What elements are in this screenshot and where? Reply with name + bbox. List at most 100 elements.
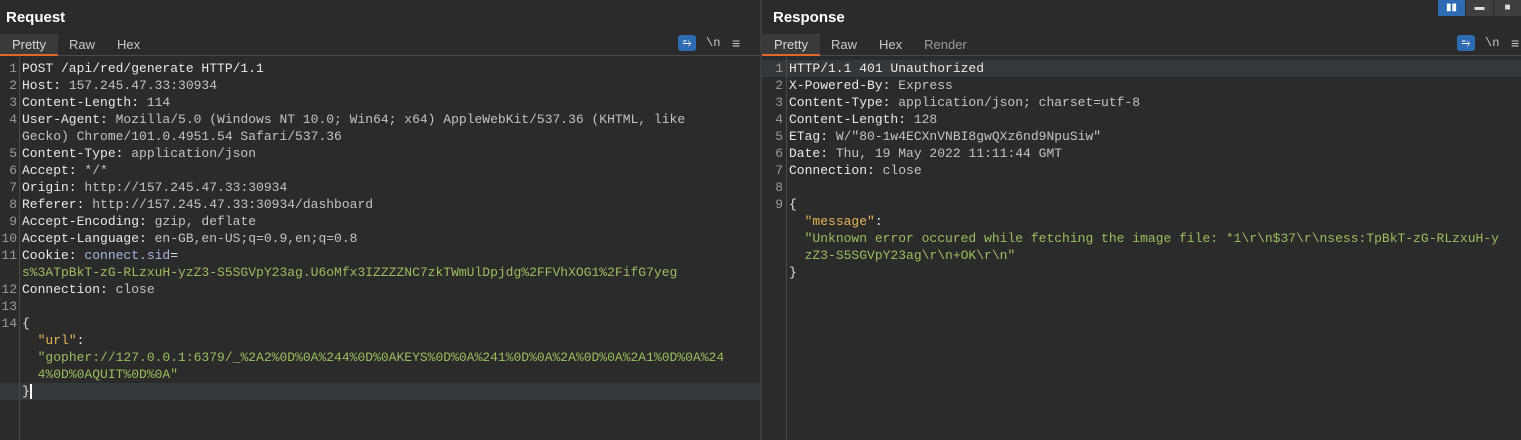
tab-hex[interactable]: Hex: [868, 34, 913, 56]
code-line: 7 Connection: close: [762, 162, 1521, 179]
punctuation: }: [789, 265, 797, 280]
header-name: Connection:: [789, 163, 883, 178]
code-line: 11 Cookie: connect.sid=: [0, 247, 760, 264]
header-name: Origin:: [22, 180, 85, 195]
code-line: 8 Referer: http://157.245.47.33:30934/das…: [0, 196, 760, 213]
code-line: "message":: [762, 213, 1521, 230]
punctuation: {: [22, 316, 30, 331]
code-line: 1 HTTP/1.1 401 Unauthorized: [762, 60, 1521, 77]
header-value: close: [882, 163, 922, 178]
code-line: s%3ATpBkT-zG-RLzxuH-yzZ3-S5SGVpY23ag.U6o…: [0, 264, 760, 281]
header-value: 128: [913, 112, 938, 127]
menu-icon[interactable]: ≡: [1511, 35, 1521, 51]
header-name: Host:: [22, 78, 69, 93]
code-line: }: [762, 264, 1521, 281]
tab-raw[interactable]: Raw: [58, 34, 106, 56]
punctuation: [789, 231, 805, 246]
line-content: HTTP/1.1 401 Unauthorized: [787, 60, 984, 77]
header-name: Cookie:: [22, 248, 85, 263]
line-content: }: [20, 383, 32, 400]
header-value: Express: [898, 78, 953, 93]
json-key: "message": [804, 214, 875, 229]
code-line: 9{: [762, 196, 1521, 213]
header-value: en-GB,en-US;q=0.9,en;q=0.8: [154, 231, 358, 246]
tab-pretty[interactable]: Pretty: [762, 34, 820, 56]
line-content: 4%0D%0AQUIT%0D%0A": [20, 366, 178, 383]
code-line: "Unknown error occured while fetching th…: [762, 230, 1521, 247]
punctuation: {: [789, 197, 797, 212]
code-line: }: [0, 383, 760, 400]
header-name: Content-Length:: [789, 112, 914, 127]
line-content: "url":: [20, 332, 85, 349]
punctuation: [22, 350, 38, 365]
code-line: 2 Host: 157.245.47.33:30934: [0, 77, 760, 94]
code-line: 10 Accept-Language: en-GB,en-US;q=0.9,en;…: [0, 230, 760, 247]
line-content: Connection: close: [787, 162, 922, 179]
cookie-name: connect.sid: [84, 248, 171, 263]
line-content: Content-Type: application/json: [20, 145, 256, 162]
line-content: Host: 157.245.47.33:30934: [20, 77, 217, 94]
tab-render[interactable]: Render: [913, 34, 978, 56]
code-line: 8: [762, 179, 1521, 196]
request-panel: Request Pretty Raw Hex ⥱ \n ≡ 1 POST /api/r…: [0, 0, 760, 440]
header-name: HTTP/1.1 401 Unauthorized: [789, 61, 985, 76]
show-newlines-button[interactable]: \n: [1485, 36, 1501, 50]
line-content: Accept-Encoding: gzip, deflate: [20, 213, 256, 230]
punctuation: [22, 367, 38, 382]
header-value: Thu, 19 May 2022 11:11:44 GMT: [835, 146, 1063, 161]
menu-icon[interactable]: ≡: [732, 35, 746, 51]
code-line: "url":: [0, 332, 760, 349]
code-line: 5 Content-Type: application/json: [0, 145, 760, 162]
response-toolbar: ⥱ \n ≡: [1457, 35, 1521, 51]
header-name: POST /api/red/generate HTTP/1.1: [22, 61, 264, 76]
header-name: Content-Type:: [22, 146, 132, 161]
punctuation: }: [22, 384, 30, 399]
line-content: zZ3-S5SGVpY23ag\r\n+OK\r\n": [787, 247, 1016, 264]
line-content: Origin: http://157.245.47.33:30934: [20, 179, 287, 196]
header-value: Gecko) Chrome/101.0.4951.54 Safari/537.3…: [22, 129, 342, 144]
line-content: Content-Type: application/json; charset=…: [787, 94, 1140, 111]
code-line: "gopher://127.0.0.1:6379/_%2A2%0D%0A%244…: [0, 349, 760, 366]
header-name: Accept-Encoding:: [22, 214, 155, 229]
code-line: 6 Accept: */*: [0, 162, 760, 179]
line-content: "message":: [787, 213, 883, 230]
header-name: Content-Type:: [789, 95, 899, 110]
code-line: 2 X-Powered-By: Express: [762, 77, 1521, 94]
code-line: 4%0D%0AQUIT%0D%0A": [0, 366, 760, 383]
line-content: Gecko) Chrome/101.0.4951.54 Safari/537.3…: [20, 128, 342, 145]
line-content: s%3ATpBkT-zG-RLzxuH-yzZ3-S5SGVpY23ag.U6o…: [20, 264, 677, 281]
string-value: zZ3-S5SGVpY23ag\r\n+OK\r\n": [804, 248, 1016, 263]
code-line: 4 User-Agent: Mozilla/5.0 (Windows NT 10.…: [0, 111, 760, 128]
tab-pretty[interactable]: Pretty: [0, 34, 58, 56]
request-tabs: Pretty Raw Hex: [0, 34, 760, 56]
show-newlines-button[interactable]: \n: [706, 36, 722, 50]
line-content: Date: Thu, 19 May 2022 11:11:44 GMT: [787, 145, 1062, 162]
header-value: gzip, deflate: [154, 214, 257, 229]
wrap-lines-icon[interactable]: ⥱: [1457, 35, 1475, 51]
line-content: Accept-Language: en-GB,en-US;q=0.9,en;q=…: [20, 230, 357, 247]
punctuation: [789, 248, 805, 263]
header-value: Mozilla/5.0 (Windows NT 10.0; Win64; x64…: [115, 112, 686, 127]
string-value: 4%0D%0AQUIT%0D%0A": [37, 367, 179, 382]
wrap-lines-icon[interactable]: ⥱: [678, 35, 696, 51]
punctuation: [789, 214, 805, 229]
tab-raw[interactable]: Raw: [820, 34, 868, 56]
response-editor[interactable]: 1 HTTP/1.1 401 Unauthorized 2 X-Powered-By:…: [762, 56, 1521, 440]
code-line: 7 Origin: http://157.245.47.33:30934: [0, 179, 760, 196]
request-toolbar: ⥱ \n ≡: [678, 35, 746, 51]
line-content: [787, 179, 789, 196]
response-title: Response: [773, 9, 845, 26]
code-line: zZ3-S5SGVpY23ag\r\n+OK\r\n": [762, 247, 1521, 264]
header-value: http://157.245.47.33:30934/dashboard: [92, 197, 374, 212]
line-content: ETag: W/"80-1w4ECXnVNBI8gwQXz6nd9NpuSiw": [787, 128, 1101, 145]
request-editor[interactable]: 1 POST /api/red/generate HTTP/1.1 2 Host: 1…: [0, 56, 760, 440]
line-content: "gopher://127.0.0.1:6379/_%2A2%0D%0A%244…: [20, 349, 725, 366]
header-value: W/"80-1w4ECXnVNBI8gwQXz6nd9NpuSiw": [835, 129, 1102, 144]
code-line: 5 ETag: W/"80-1w4ECXnVNBI8gwQXz6nd9NpuSiw…: [762, 128, 1521, 145]
line-content: Referer: http://157.245.47.33:30934/dash…: [20, 196, 373, 213]
code-line: 13: [0, 298, 760, 315]
header-value: */*: [84, 163, 108, 178]
tab-hex[interactable]: Hex: [106, 34, 151, 56]
header-value: application/json: [131, 146, 257, 161]
code-line: 12 Connection: close: [0, 281, 760, 298]
